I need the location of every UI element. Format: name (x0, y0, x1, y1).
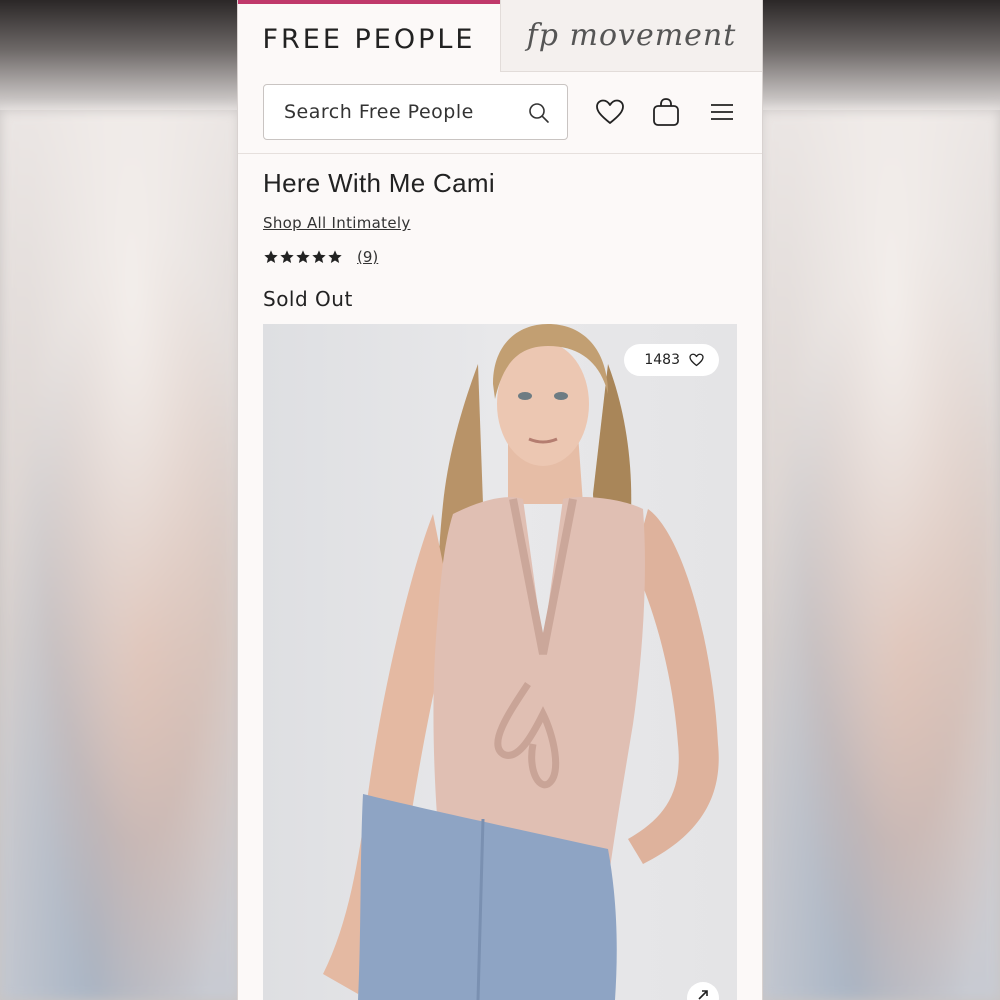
backdrop-right (760, 110, 1000, 1000)
model-illustration (323, 324, 719, 1000)
product-rating[interactable]: (9) (263, 246, 378, 268)
heart-icon (689, 353, 704, 367)
favorite-count: 1483 (644, 352, 680, 368)
star-icon (328, 250, 342, 263)
bag-icon[interactable] (650, 96, 682, 128)
search-box[interactable] (263, 84, 568, 140)
fp-movement-logo: fp movement (526, 18, 737, 53)
menu-icon[interactable] (706, 96, 738, 128)
shop-all-link[interactable]: Shop All Intimately (263, 214, 411, 232)
tab-fp-movement[interactable]: fp movement (500, 0, 762, 72)
product-title: Here With Me Cami (263, 168, 495, 198)
product-image[interactable]: 1483 (263, 324, 737, 1000)
star-icon (264, 250, 278, 263)
star-rating (263, 249, 343, 265)
star-icon (280, 250, 294, 263)
stock-status: Sold Out (263, 287, 353, 311)
heart-icon[interactable] (594, 96, 626, 128)
free-people-logo: FREE PEOPLE (262, 23, 476, 55)
header-divider (238, 153, 762, 154)
expand-arrow-icon (698, 990, 708, 1000)
brand-tabs: FREE PEOPLE fp movement (238, 0, 762, 72)
star-icon (312, 250, 326, 263)
tab-free-people[interactable]: FREE PEOPLE (238, 0, 500, 72)
header (238, 84, 762, 142)
search-input[interactable] (264, 85, 534, 139)
search-icon[interactable] (527, 101, 551, 125)
review-count-link[interactable]: (9) (357, 248, 378, 266)
backdrop-left (0, 110, 240, 1000)
favorite-count-button[interactable]: 1483 (624, 344, 719, 376)
star-icon (296, 250, 310, 263)
phone-screen: FREE PEOPLE fp movement Here With Me Cam… (238, 0, 762, 1000)
